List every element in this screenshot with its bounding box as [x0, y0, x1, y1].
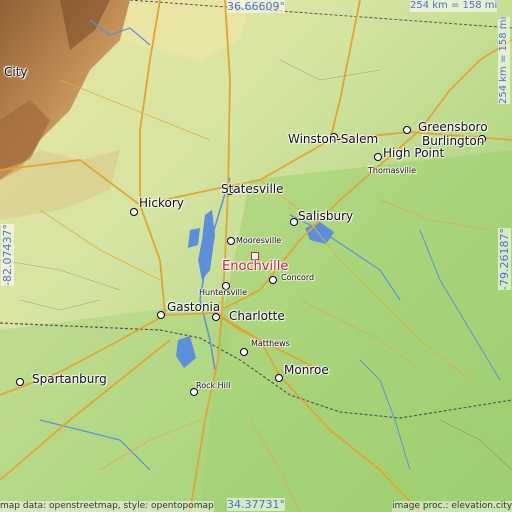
label-spartanburg[interactable]: Spartanburg [32, 373, 107, 385]
label-gastonia[interactable]: Gastonia [167, 301, 220, 313]
label-city[interactable]: City [4, 66, 28, 78]
label-hickory[interactable]: Hickory [139, 197, 184, 209]
coord-west: -82.07437° [1, 224, 14, 286]
credit-map-data: map data: openstreetmap, style: opentopo… [0, 501, 214, 512]
label-enochville[interactable]: Enochville [222, 260, 288, 274]
label-thomasville[interactable]: Thomasville [368, 166, 416, 175]
scale-vertical: 254 km = 158 mi [498, 16, 510, 104]
marker-mooresville [227, 237, 235, 245]
marker-charlotte [212, 313, 220, 321]
label-high-point[interactable]: High Point [383, 147, 444, 159]
marker-matthews [240, 348, 248, 356]
coord-east: -79.26187° [498, 228, 511, 290]
label-charlotte[interactable]: Charlotte [229, 310, 285, 322]
coord-north: 36.66609° [227, 0, 285, 13]
marker-concord [269, 276, 277, 284]
label-rock-hill[interactable]: Rock Hill [196, 381, 230, 390]
label-winston-salem[interactable]: Winston-Salem [288, 133, 378, 145]
marker-salisbury [290, 218, 298, 226]
label-monroe[interactable]: Monroe [284, 364, 329, 376]
marker-gastonia [157, 311, 165, 319]
label-concord[interactable]: Concord [281, 273, 314, 282]
marker-high-point [374, 153, 382, 161]
marker-spartanburg [16, 378, 24, 386]
credit-image-proc: image proc.: elevation.city [392, 501, 512, 512]
label-greensboro[interactable]: Greensboro [418, 121, 488, 133]
marker-hickory [130, 208, 138, 216]
marker-greensboro [403, 126, 411, 134]
scale-horizontal: 254 km = 158 mi [410, 0, 498, 12]
coord-south: 34.37731° [227, 498, 285, 511]
label-huntersville[interactable]: Huntersville [199, 288, 247, 297]
label-statesville[interactable]: Statesville [221, 183, 284, 195]
label-salisbury[interactable]: Salisbury [298, 210, 353, 222]
label-mooresville[interactable]: Mooresville [236, 236, 281, 245]
marker-monroe [275, 374, 283, 382]
topographic-map[interactable]: City Winston-Salem Greensboro Burlington… [0, 0, 512, 512]
label-matthews[interactable]: Matthews [251, 339, 290, 348]
